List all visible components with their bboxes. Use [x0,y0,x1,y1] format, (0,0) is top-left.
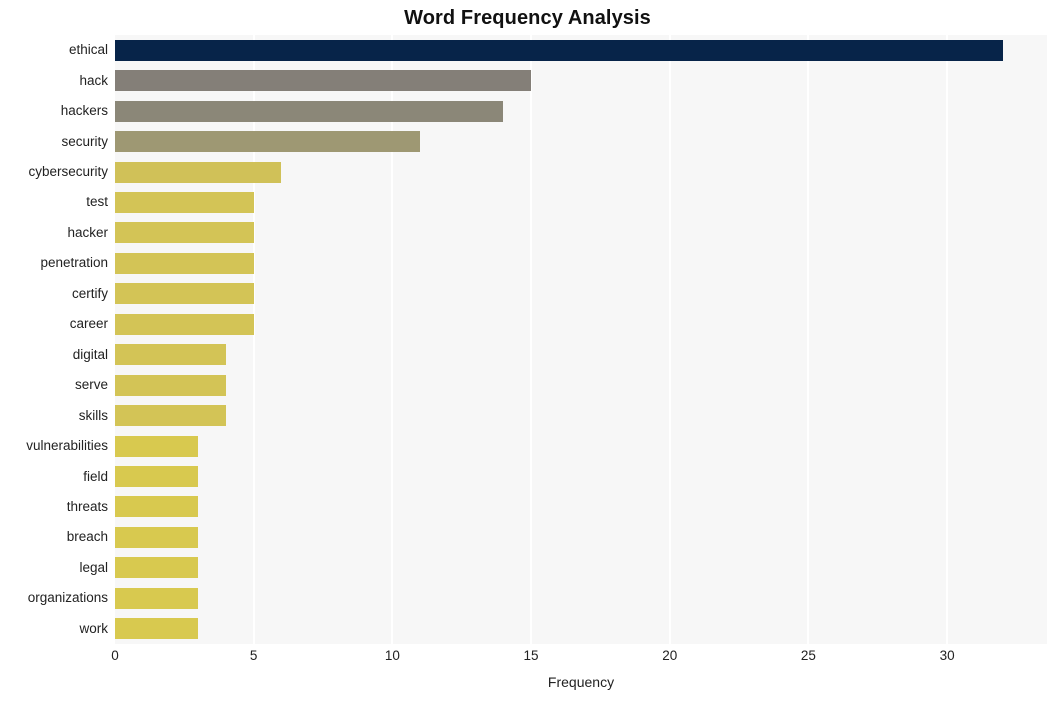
bar [115,557,199,579]
bar [115,374,226,396]
x-tick-label-30: 30 [939,648,955,663]
y-axis-tick-labels: ethical hack hackers security cybersecurity t… [0,35,108,644]
y-tick-label-legal: legal [79,559,108,575]
bar [115,252,254,274]
bar [115,344,226,366]
x-axis-title: Frequency [547,674,615,690]
y-tick-label-certify: certify [71,285,108,301]
y-tick-label-organizations: organizations [27,590,108,606]
plot-area [115,35,1047,644]
word-frequency-bar-chart: Word Frequency Analysis ethical hack hacke… [0,0,1055,701]
bar [115,435,199,457]
y-tick-label-work: work [79,620,108,636]
bars-layer [115,35,1047,644]
chart-title: Word Frequency Analysis [404,7,651,29]
y-tick-label-career: career [69,316,108,332]
bar [115,222,254,244]
y-tick-label-serve: serve [74,377,108,393]
bar [115,191,254,213]
x-tick-label-20: 20 [662,648,678,663]
bar [115,466,199,488]
y-tick-label-skills: skills [78,407,108,423]
bar [115,283,254,305]
x-tick-label-10: 10 [384,648,400,663]
bar [115,39,1003,61]
x-tick-label-15: 15 [523,648,539,663]
y-tick-label-test: test [86,194,108,210]
y-tick-label-ethical: ethical [68,42,108,58]
y-tick-label-vulnerabilities: vulnerabilities [26,438,108,454]
bar [115,100,504,122]
bar [115,405,226,427]
bar [115,618,199,640]
x-tick-label-0: 0 [111,648,119,663]
y-tick-label-threats: threats [66,498,108,514]
x-tick-label-25: 25 [800,648,816,663]
y-tick-label-digital: digital [72,346,108,362]
bar [115,70,532,92]
bar [115,526,199,548]
y-tick-label-cybersecurity: cybersecurity [28,164,108,180]
y-tick-label-hackers: hackers [60,103,108,119]
x-tick-label-5: 5 [249,648,258,663]
bar [115,161,282,183]
bar [115,587,199,609]
y-tick-label-penetration: penetration [40,255,108,271]
y-tick-label-hacker: hacker [67,224,108,240]
y-tick-label-field: field [83,468,108,484]
y-tick-label-hack: hack [79,72,108,88]
x-axis-tick-labels: 0 5 10 15 20 25 30 [0,648,1055,670]
bar [115,131,421,153]
y-tick-label-breach: breach [66,529,108,545]
bar [115,313,254,335]
y-tick-label-security: security [61,133,108,149]
bar [115,496,199,518]
